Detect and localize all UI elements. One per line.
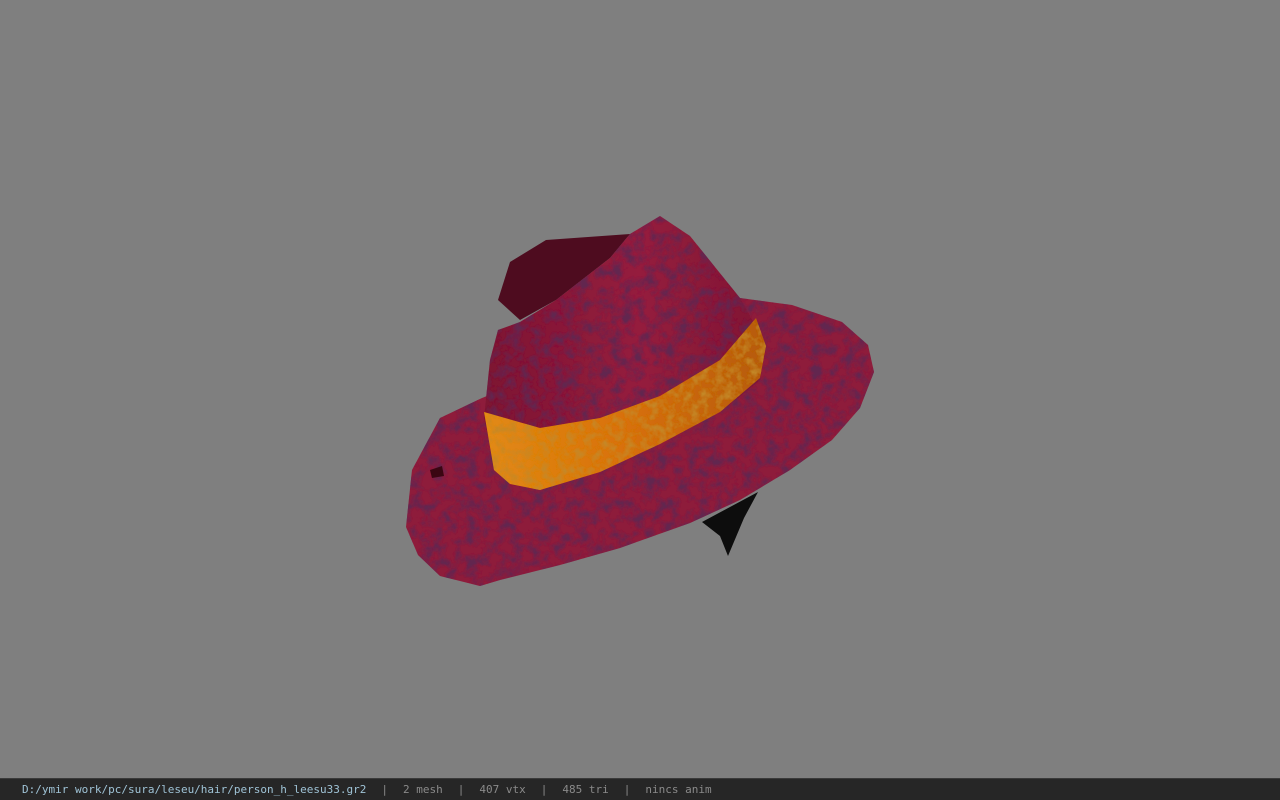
status-bar: D:/ymir work/pc/sura/leseu/hair/person_h… bbox=[0, 778, 1280, 800]
separator: | bbox=[457, 783, 465, 796]
file-path: D:/ymir work/pc/sura/leseu/hair/person_h… bbox=[22, 783, 367, 796]
separator: | bbox=[381, 783, 388, 796]
separator: | bbox=[540, 783, 548, 796]
3d-viewport[interactable] bbox=[0, 0, 1280, 778]
separator: | bbox=[623, 783, 631, 796]
anim-status: nincs anim bbox=[645, 783, 712, 796]
triangle-count: 485 tri bbox=[562, 783, 609, 796]
mesh-count: 2 mesh bbox=[403, 783, 443, 796]
hat-model bbox=[406, 216, 874, 586]
vertex-count: 407 vtx bbox=[479, 783, 526, 796]
